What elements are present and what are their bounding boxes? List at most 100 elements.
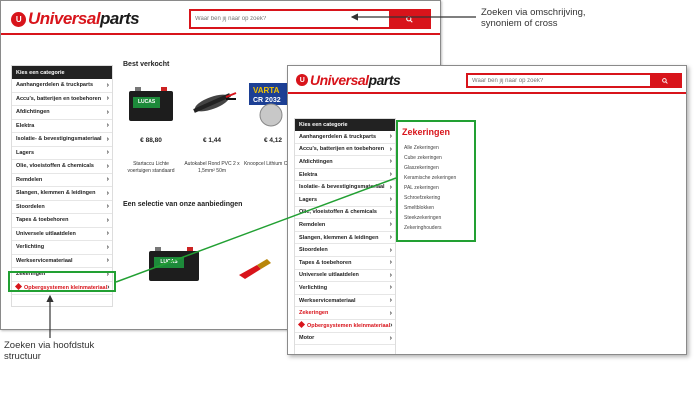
chevron-right-icon: › [389, 334, 392, 342]
chevron-right-icon: › [389, 221, 392, 229]
logo-mark-icon: U [11, 11, 26, 27]
chevron-right-icon: › [106, 189, 109, 197]
category-item[interactable]: Werkservicemateriaal › [295, 295, 395, 308]
product-name: Startaccu Lichte voertuigen standaard [127, 161, 175, 174]
logo-text-parts: parts [100, 9, 140, 28]
category-item[interactable]: Aanhangerdelen & truckparts › [295, 131, 395, 144]
chevron-right-icon: › [390, 322, 393, 330]
search-bar [189, 9, 431, 29]
category-item[interactable]: Stoordelen › [12, 201, 112, 214]
battery-image: LUCAS [125, 83, 177, 123]
category-item[interactable]: Accu's, batterijen en toebehoren › [12, 93, 112, 106]
category-item[interactable]: Verlichting › [295, 282, 395, 295]
site-header: U Universalparts [288, 66, 686, 94]
logo-text-parts: parts [368, 72, 401, 88]
zekeringen-page-screenshot: U Universalparts Kies een categorie Aanh… [287, 65, 687, 355]
product-card[interactable]: LUCAS € 88,80 Startaccu Lichte voertuige… [121, 77, 181, 183]
product-price: € 1,44 [202, 137, 222, 144]
category-item[interactable]: Aanhangerdelen & truckparts › [12, 79, 112, 93]
offer-battery-image[interactable]: LUCAS [149, 247, 201, 283]
search-input[interactable] [468, 75, 650, 86]
offers-title: Een selectie van onze aanbiedingen [123, 201, 243, 208]
category-item[interactable]: Universele uitlaatdelen › [12, 228, 112, 241]
chevron-right-icon: › [389, 171, 392, 179]
category-item[interactable]: Elektra › [12, 120, 112, 133]
search-icon [405, 15, 413, 23]
chevron-right-icon: › [389, 158, 392, 166]
category-item[interactable]: Elektra › [295, 169, 395, 182]
search-button[interactable] [650, 75, 680, 86]
chevron-right-icon: › [389, 246, 392, 254]
chapter-callout: Zoeken via hoofdstuk structuur [4, 340, 95, 362]
category-item[interactable]: Remdelen › [12, 174, 112, 187]
annotated-screenshot: U Universalparts Kies een categorie Aanh… [0, 0, 700, 400]
chevron-right-icon: › [106, 203, 109, 211]
category-item[interactable]: Olie, vloeistoffen & chemicals › [295, 207, 395, 220]
category-item[interactable]: Werkservicemateriaal › [12, 255, 112, 268]
category-item[interactable]: Lagers › [12, 147, 112, 160]
product-card[interactable]: € 1,44 Autokabel Rond PVC 2 x 1,5mm² 50m [182, 77, 242, 183]
chevron-right-icon: › [106, 122, 109, 130]
category-item[interactable]: Afdichtingen › [12, 106, 112, 120]
chevron-right-icon: › [389, 297, 392, 305]
chevron-right-icon: › [389, 133, 392, 141]
chevron-right-icon: › [106, 108, 109, 116]
category-item[interactable]: Afdichtingen › [295, 156, 395, 169]
chevron-right-icon: › [389, 271, 392, 279]
chevron-right-icon: › [106, 230, 109, 238]
search-button[interactable] [389, 11, 429, 27]
category-item[interactable]: Universele uitlaatdelen › [295, 270, 395, 283]
chevron-right-icon: › [106, 176, 109, 184]
category-item[interactable]: Accu's, batterijen en toebehoren › [295, 144, 395, 157]
chevron-right-icon: › [106, 81, 109, 89]
category-item[interactable]: Tapes & toebehoren › [295, 257, 395, 270]
chevron-right-icon: › [106, 135, 109, 143]
category-item[interactable]: Stoordelen › [295, 244, 395, 257]
cable-image [186, 83, 238, 123]
category-item[interactable]: Slangen, klemmen & leidingen › [12, 187, 112, 201]
svg-text:CR 2032: CR 2032 [253, 97, 281, 104]
search-input[interactable] [191, 11, 389, 27]
category-item[interactable]: Remdelen › [295, 219, 395, 232]
chevron-right-icon: › [389, 196, 392, 204]
product-name: Autokabel Rond PVC 2 x 1,5mm² 50m [184, 161, 240, 174]
category-item[interactable]: Lagers › [295, 194, 395, 207]
search-bar [466, 73, 682, 88]
site-header: U Universalparts [1, 1, 440, 35]
category-item[interactable]: Slangen, klemmen & leidingen › [295, 232, 395, 245]
site-logo[interactable]: U Universalparts [296, 72, 401, 88]
site-logo[interactable]: U Universalparts [11, 9, 140, 29]
logo-mark-icon: U [296, 74, 308, 86]
chevron-right-icon: › [389, 284, 392, 292]
category-item-zekeringen[interactable]: Zekeringen › [295, 307, 395, 320]
search-icon [662, 77, 668, 84]
category-item[interactable]: Olie, vloeistoffen & chemicals › [12, 160, 112, 174]
chevron-right-icon: › [389, 309, 392, 317]
tag-icon [297, 321, 306, 329]
highlight-zekeringen-category [8, 271, 116, 292]
category-item-opbergsystemen[interactable]: Opbergsystemen kleinmateriaal › [295, 320, 395, 333]
chevron-right-icon: › [389, 259, 392, 267]
category-item[interactable]: Verlichting › [12, 241, 112, 255]
category-item[interactable]: Tapes & toebehoren › [12, 214, 112, 228]
svg-text:VARTA: VARTA [253, 86, 280, 95]
highlight-fuses-submenu [396, 120, 476, 242]
search-callout: Zoeken via omschrijving, synoniem of cro… [481, 7, 586, 29]
logo-text-universal: Universal [28, 9, 101, 28]
logo-text-universal: Universal [310, 72, 369, 88]
category-header: Kies een categorie [12, 66, 112, 79]
chevron-right-icon: › [106, 162, 109, 170]
category-sidebar: Kies een categorie Aanhangerdelen & truc… [294, 118, 396, 354]
best-sold-title: Best verkocht [123, 61, 170, 68]
chevron-right-icon: › [389, 183, 392, 191]
chevron-right-icon: › [106, 95, 109, 103]
offer-clamps-image[interactable] [237, 253, 287, 283]
category-item[interactable]: Isolatie- & bevestigingsmateriaal › [12, 133, 112, 147]
chevron-right-icon: › [106, 243, 109, 251]
category-header: Kies een categorie [295, 119, 395, 131]
category-item[interactable]: Isolatie- & bevestigingsmateriaal › [295, 181, 395, 194]
chevron-right-icon: › [389, 208, 392, 216]
chevron-right-icon: › [389, 234, 392, 242]
category-item-motor[interactable]: Motor › [295, 333, 395, 346]
chevron-right-icon: › [106, 257, 109, 265]
